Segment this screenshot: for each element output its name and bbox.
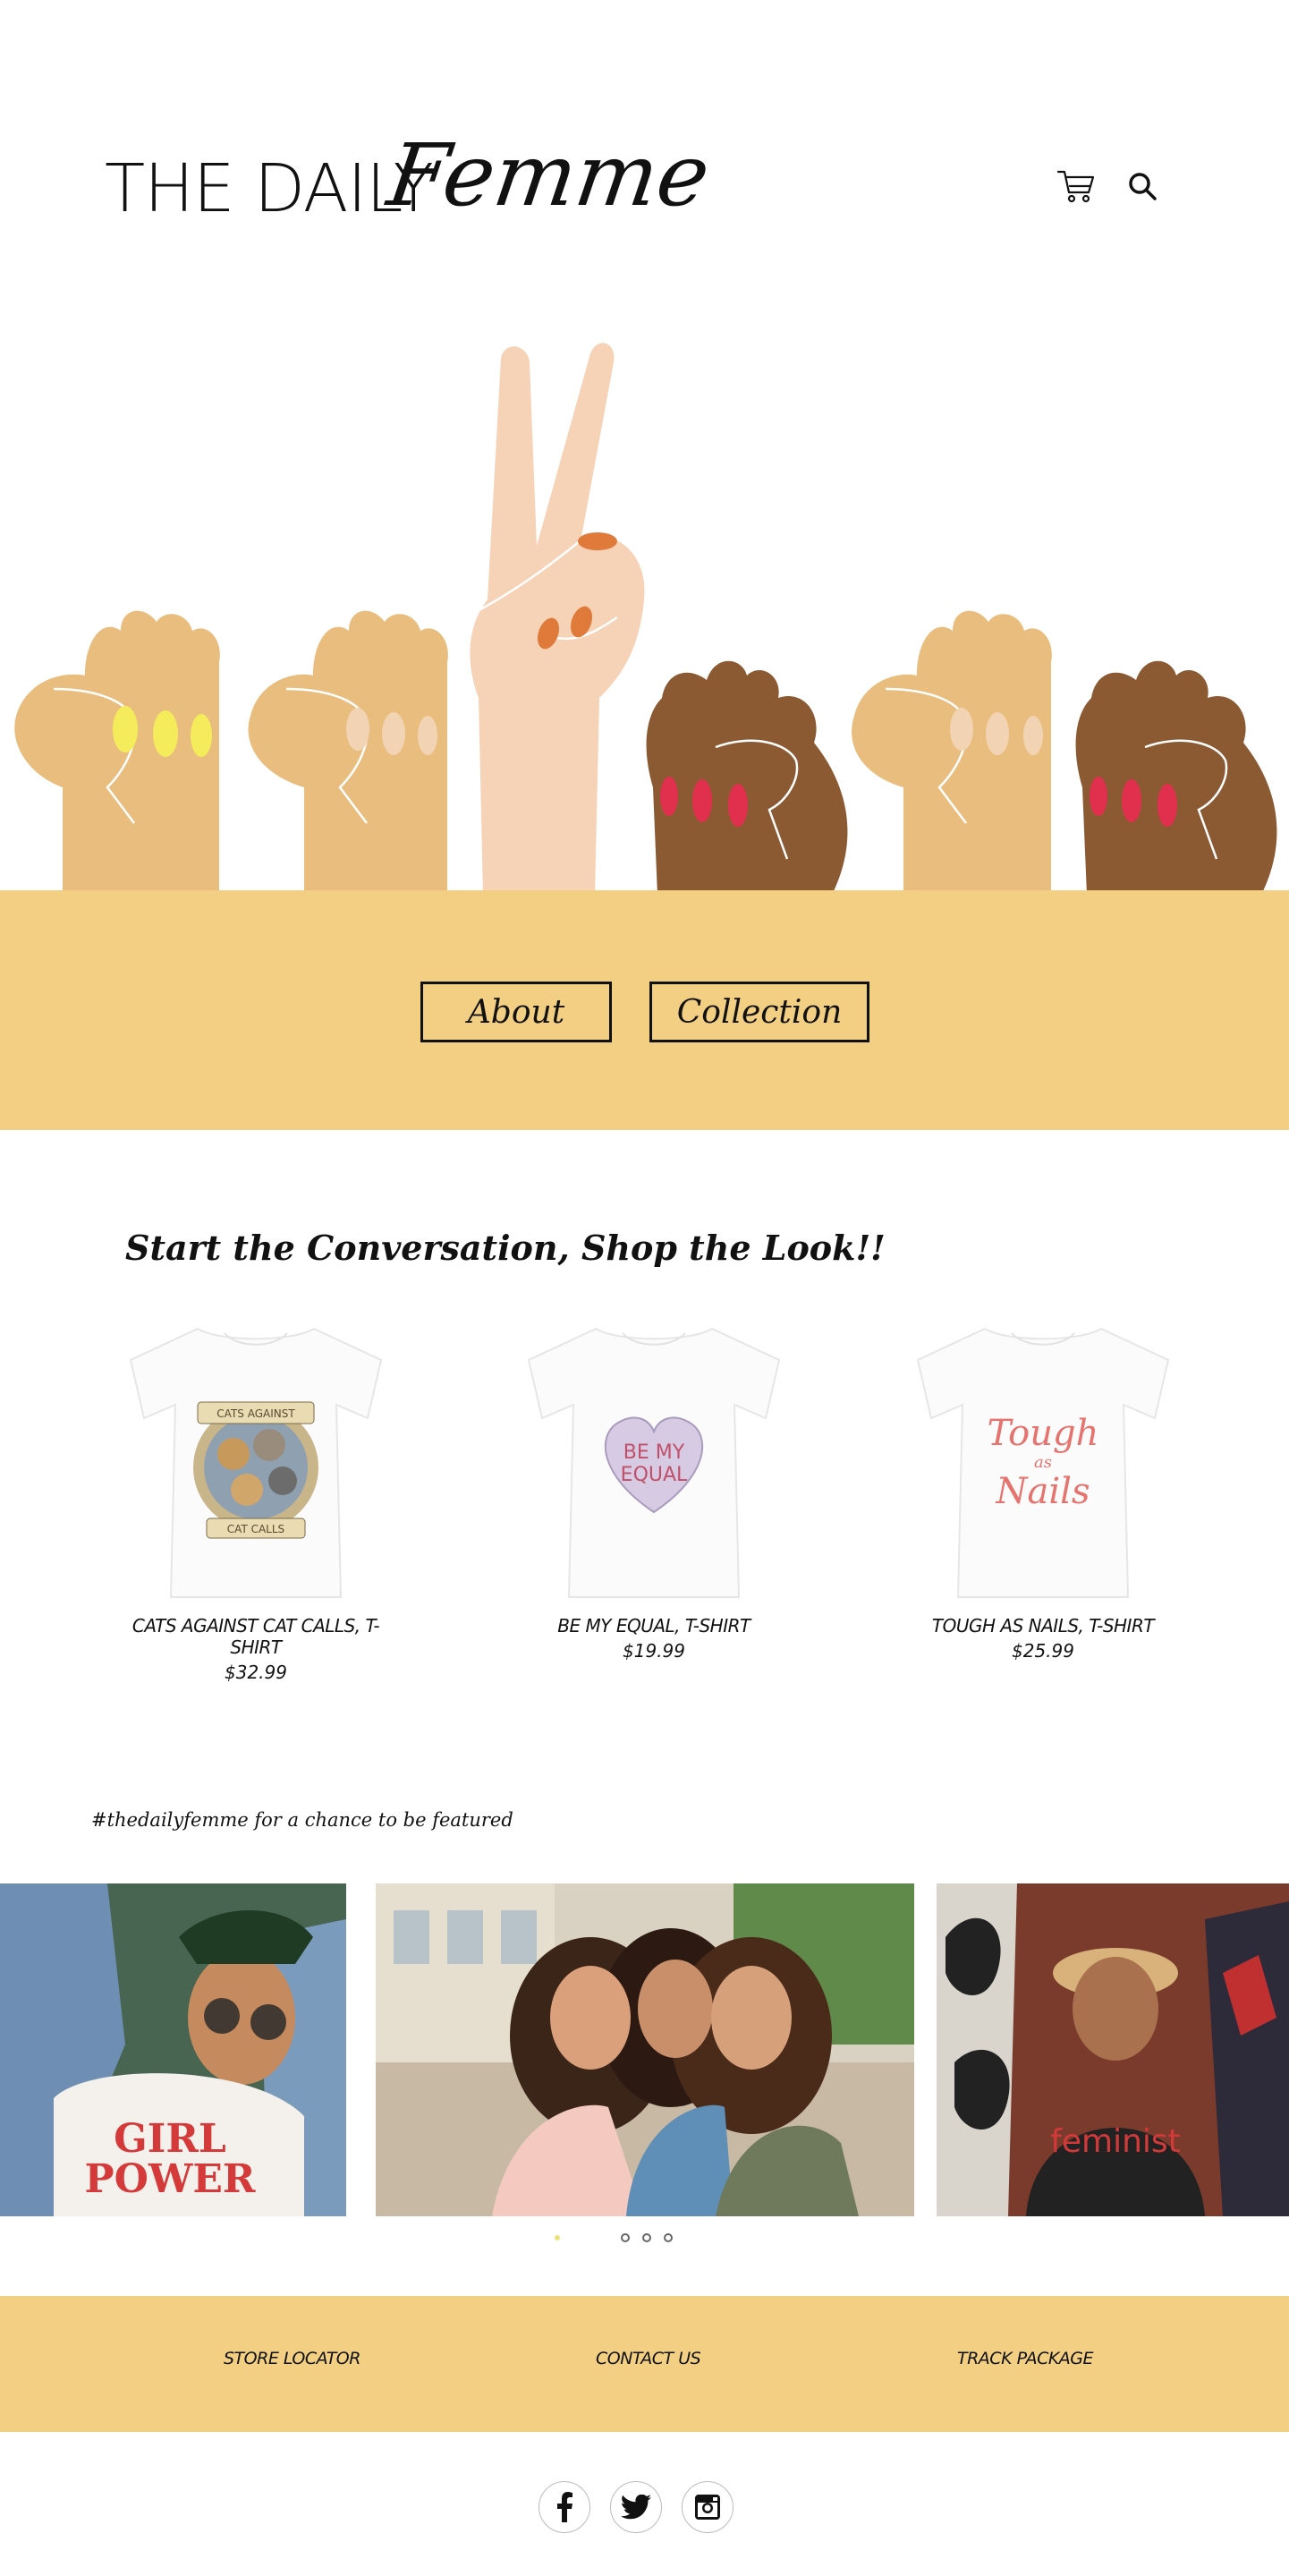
search-icon[interactable]	[1122, 166, 1163, 207]
featured-photo-3[interactable]: feminist	[937, 1883, 1289, 2216]
peace-hand	[464, 343, 645, 895]
shop-heading: Start the Conversation, Shop the Look!!	[125, 1228, 886, 1268]
tee-print-bottom: EQUAL	[621, 1464, 688, 1486]
featured-photo-2[interactable]	[376, 1883, 914, 2216]
product-card[interactable]: BE MY EQUAL BE MY EQUAL, T-SHIRT $19.99	[511, 1320, 797, 1662]
photo-shirt-text: feminist	[1050, 2123, 1181, 2160]
social-links	[538, 2481, 734, 2533]
instagram-icon[interactable]	[682, 2481, 734, 2533]
carousel-dot[interactable]	[621, 2233, 630, 2242]
carousel-dot[interactable]	[642, 2233, 651, 2242]
store-locator-link[interactable]: STORE LOCATOR	[224, 2349, 360, 2368]
product-price: $25.99	[1012, 1640, 1074, 1662]
tshirt-tough-image: Tough as Nails	[916, 1327, 1170, 1598]
featured-photo-1[interactable]: GIRL POWER	[0, 1883, 346, 2216]
carousel-dot[interactable]	[555, 2235, 560, 2240]
header-actions	[1056, 166, 1163, 207]
facebook-icon[interactable]	[538, 2481, 590, 2533]
photo-shirt-text-bottom: POWER	[85, 2156, 256, 2202]
raised-fist-2	[248, 610, 448, 895]
tee-print-top: CATS AGAINST	[216, 1407, 295, 1420]
photo-shirt-text-top: GIRL	[114, 2116, 226, 2162]
product-price: $19.99	[623, 1640, 685, 1662]
tee-print-bottom: CAT CALLS	[227, 1523, 284, 1535]
product-name: CATS AGAINST CAT CALLS, T-SHIRT	[131, 1615, 380, 1658]
raised-fist-1	[14, 610, 220, 895]
brand-logo[interactable]: THE DAILY Femme	[105, 125, 716, 251]
tee-print-top: BE MY	[623, 1441, 685, 1464]
product-name: TOUGH AS NAILS, T-SHIRT	[931, 1615, 1155, 1637]
hero-band	[0, 890, 1289, 1130]
hero-illustration	[0, 322, 1289, 895]
featured-hashtag-label: #thedailyfemme for a chance to be featur…	[91, 1809, 513, 1831]
carousel-dots	[555, 2233, 673, 2242]
raised-fist-4	[852, 610, 1052, 895]
tee-print-bottom: Nails	[996, 1471, 1090, 1512]
track-package-link[interactable]: TRACK PACKAGE	[957, 2349, 1094, 2368]
product-card[interactable]: CATS AGAINST CAT CALLS CATS AGAINST CAT …	[113, 1320, 399, 1683]
logo-script: Femme	[382, 125, 716, 225]
tee-print-top: Tough	[988, 1413, 1099, 1454]
about-button[interactable]: About	[420, 982, 612, 1042]
carousel-dot[interactable]	[664, 2233, 673, 2242]
tee-print-mid: as	[1034, 1453, 1052, 1472]
tshirt-cats-image: CATS AGAINST CAT CALLS	[129, 1327, 383, 1598]
product-card[interactable]: Tough as Nails TOUGH AS NAILS, T-SHIRT $…	[900, 1320, 1186, 1662]
product-name: BE MY EQUAL, T-SHIRT	[557, 1615, 751, 1637]
cart-icon[interactable]	[1056, 166, 1097, 207]
collection-button[interactable]: Collection	[649, 982, 869, 1042]
raised-fist-3	[646, 660, 848, 895]
raised-fist-5	[1075, 660, 1277, 895]
contact-us-link[interactable]: CONTACT US	[596, 2349, 701, 2368]
tshirt-heart-image: BE MY EQUAL	[527, 1327, 781, 1598]
product-price: $32.99	[225, 1662, 287, 1683]
twitter-icon[interactable]	[610, 2481, 662, 2533]
